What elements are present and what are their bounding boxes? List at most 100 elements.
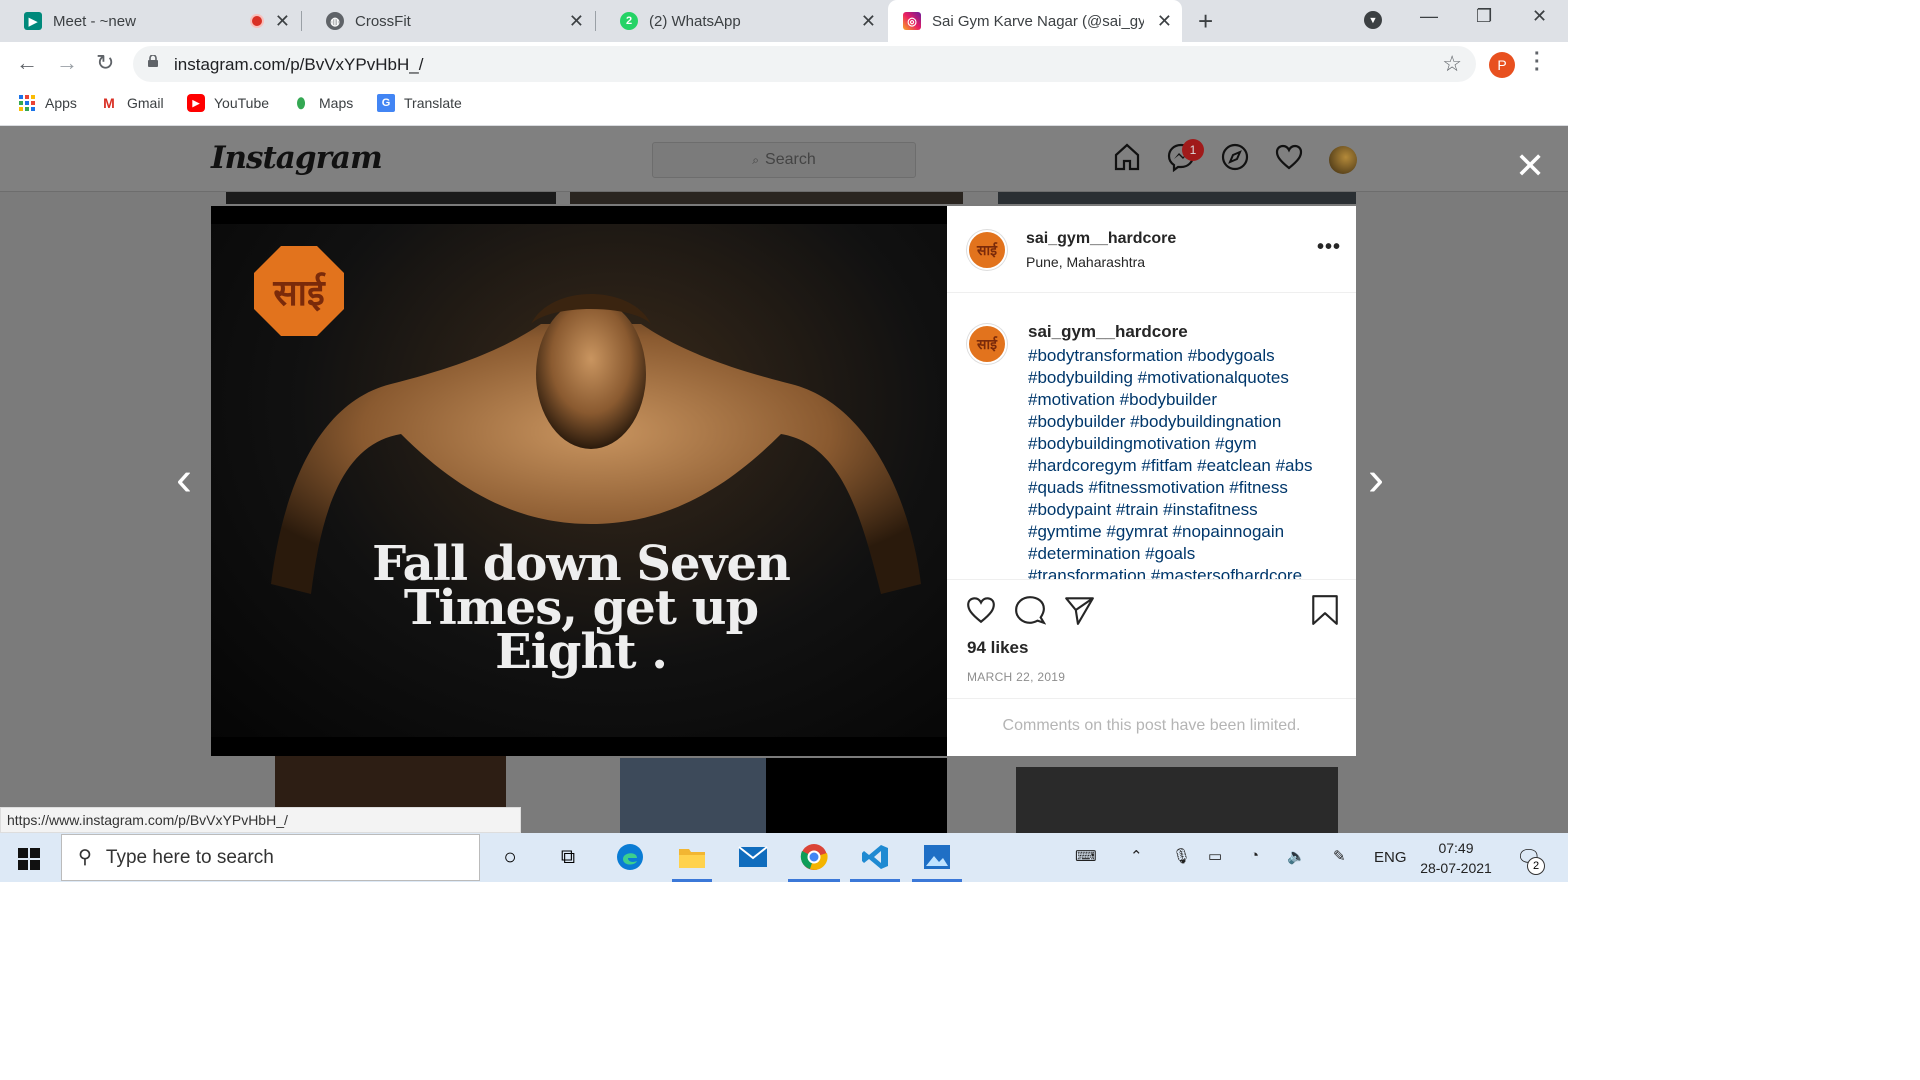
profile-avatar[interactable]: P [1489,52,1515,78]
hashtag-line[interactable]: #motivation #bodybuilder [1028,389,1328,411]
tab-meet[interactable]: ▶ Meet - ~new ✕ [0,0,300,42]
hashtag-line[interactable]: #gymtime #gymrat #nopainnogain [1028,521,1328,543]
hashtag-line[interactable]: #determination #goals [1028,543,1328,565]
running-indicator [788,879,840,882]
post-details-panel: साई sai_gym__hardcore Pune, Maharashtra … [947,206,1356,756]
hashtag-line[interactable]: #bodypaint #train #instafitness [1028,499,1328,521]
system-clock[interactable]: 07:49 28-07-2021 [1418,838,1494,878]
windows-start-icon[interactable] [18,848,40,870]
chrome-menu-icon[interactable]: · · · [1534,44,1541,80]
save-bookmark-icon[interactable] [1309,594,1341,626]
minimize-icon[interactable]: — [1420,6,1438,27]
new-tab-button[interactable]: + [1198,6,1213,37]
volume-icon[interactable]: 🔈 [1287,847,1306,865]
previous-post-arrow-icon[interactable]: ‹ [176,452,192,507]
bookmark-youtube[interactable]: ▶ YouTube [187,94,269,112]
tab-search-icon[interactable]: ▼ [1364,11,1382,29]
hashtag-line[interactable]: #hardcoregym #fitfam #eatclean #abs [1028,455,1328,477]
account-username[interactable]: sai_gym__hardcore [1026,230,1176,248]
tab-strip: ▶ Meet - ~new ✕ ◍ CrossFit ✕ 2 (2) Whats… [0,0,1568,42]
background-post-tile [766,758,947,833]
hashtag-line[interactable]: #quads #fitnessmotivation #fitness [1028,477,1328,499]
mail-icon[interactable] [738,842,768,872]
restore-icon[interactable]: ❐ [1476,6,1492,27]
user-avatar[interactable] [1329,146,1357,174]
close-tab-icon[interactable]: ✕ [275,11,290,32]
caption-username[interactable]: sai_gym__hardcore [1028,322,1188,342]
battery-icon[interactable]: ▭ [1208,847,1222,865]
tab-instagram[interactable]: ◎ Sai Gym Karve Nagar (@sai_gym_ ✕ [888,0,1182,42]
instagram-icon: ◎ [903,12,921,30]
show-hidden-icons-chevron-icon[interactable]: ⌃ [1130,847,1143,865]
running-indicator [672,879,712,882]
bookmark-star-icon[interactable]: ☆ [1442,51,1462,77]
comment-icon[interactable] [1014,594,1046,626]
hashtag-line[interactable]: #bodybuildingmotivation #gym [1028,433,1328,455]
hashtag-line[interactable]: #bodybuilder #bodybuildingnation [1028,411,1328,433]
explore-compass-icon[interactable] [1220,142,1250,172]
browser-toolbar: ← → ↻ instagram.com/p/BvVxYPvHbH_/ ☆ [0,42,1568,86]
share-icon[interactable] [1063,594,1095,626]
photos-icon[interactable] [922,842,952,872]
recording-icon [250,14,264,28]
chrome-icon[interactable] [799,842,829,872]
back-icon[interactable]: ← [16,50,38,76]
next-post-arrow-icon[interactable]: › [1368,452,1384,507]
bookmark-translate[interactable]: G Translate [377,94,462,112]
address-bar[interactable]: instagram.com/p/BvVxYPvHbH_/ ☆ [133,46,1476,82]
close-tab-icon[interactable]: ✕ [569,11,584,32]
microphone-icon[interactable]: 🎙 [1172,847,1191,865]
google-meet-icon: ▶ [24,12,42,30]
account-avatar[interactable]: साई [967,230,1007,270]
post-actions: 94 likes MARCH 22, 2019 Comments on this… [947,579,1356,756]
hashtag-line[interactable]: #bodytransformation #bodygoals [1028,345,1328,367]
tab-crossfit[interactable]: ◍ CrossFit ✕ [302,0,594,42]
close-window-icon[interactable]: ✕ [1532,6,1547,27]
bookmark-apps[interactable]: Apps [18,94,77,112]
close-tab-icon[interactable]: ✕ [861,11,876,32]
file-explorer-icon[interactable] [677,842,707,872]
taskbar-search-input[interactable]: ⚲ Type here to search [61,834,480,881]
edge-icon[interactable] [615,842,645,872]
instagram-header: Instagram ⌕ Search 1 [0,126,1568,192]
close-tab-icon[interactable]: ✕ [1157,11,1172,32]
close-modal-icon[interactable]: ✕ [1515,148,1545,184]
wifi-icon[interactable]: ◔ [1250,847,1259,864]
caption-hashtags: #bodytransformation #bodygoals #bodybuil… [1028,345,1328,579]
hashtag-line[interactable]: #transformation #mastersofhardcore [1028,565,1328,579]
pen-icon[interactable]: ✎ [1333,847,1346,865]
more-options-icon[interactable]: ••• [1317,236,1341,259]
cortana-icon[interactable]: ○ [495,842,525,872]
language-indicator[interactable]: ENG [1374,849,1407,866]
task-view-icon[interactable]: ⧉ [553,842,583,872]
vscode-icon[interactable] [860,842,890,872]
link-status-bar: https://www.instagram.com/p/BvVxYPvHbH_/ [0,807,521,833]
notification-count-badge: 2 [1527,857,1545,875]
activity-heart-icon[interactable] [1274,142,1304,172]
post-location[interactable]: Pune, Maharashtra [1026,254,1145,270]
reload-icon[interactable]: ↻ [96,50,114,76]
forward-icon[interactable]: → [56,50,78,76]
whatsapp-badge: 2 [625,15,633,27]
translate-icon: G [377,94,395,112]
background-post-tile [226,192,556,204]
instagram-search-input[interactable]: ⌕ Search [652,142,916,178]
gmail-icon: M [103,95,115,111]
home-icon[interactable] [1112,142,1142,172]
search-icon: ⚲ [78,847,92,868]
bookmark-gmail[interactable]: M Gmail [100,94,163,112]
motivational-quote: Fall down Seven Times, get up Eight . [372,536,791,680]
caption-avatar[interactable]: साई [967,324,1007,364]
tab-whatsapp[interactable]: 2 (2) WhatsApp ✕ [596,0,886,42]
keyboard-icon[interactable]: ⌨ [1075,847,1097,865]
hashtag-line[interactable]: #bodybuilding #motivationalquotes [1028,367,1328,389]
background-post-tile [570,192,963,204]
post-image[interactable]: साई Fall down Seven Times, get up Eight … [211,206,947,756]
bookmark-maps[interactable]: ⬮ Maps [292,94,354,112]
instagram-logo[interactable]: Instagram [211,140,383,176]
whatsapp-icon: 2 [620,12,638,30]
bookmarks-bar: Apps M Gmail ▶ YouTube ⬮ Maps G Translat… [0,86,1568,126]
likes-count[interactable]: 94 likes [967,638,1028,658]
like-heart-icon[interactable] [965,594,997,626]
background-post-tile [620,758,766,833]
